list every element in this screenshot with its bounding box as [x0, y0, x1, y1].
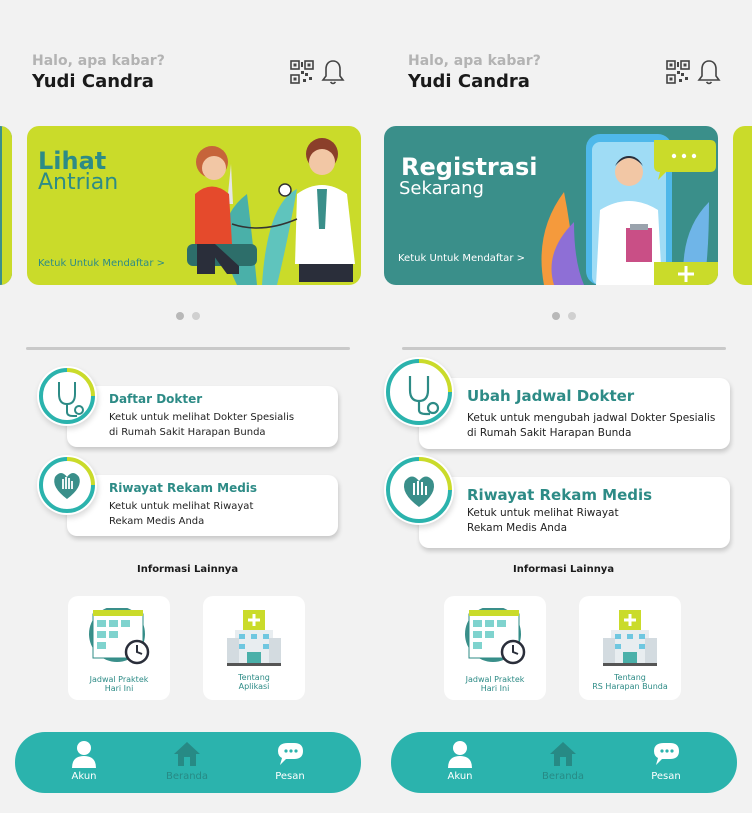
banner-cta-link[interactable]: Ketuk Untuk Mendaftar > — [398, 253, 525, 264]
user-icon — [448, 741, 472, 768]
card-description: Ketuk untuk melihat Riwayat Rekam Medis … — [109, 499, 253, 529]
carousel-indicator — [176, 312, 200, 320]
chat-icon — [278, 743, 303, 765]
schedule-calendar-icon — [465, 608, 526, 665]
banner-registrasi-sekarang[interactable]: Registrasi Sekarang Ketuk Untuk Mendafta… — [384, 126, 718, 285]
card-description: Ketuk untuk mengubah jadwal Dokter Spesi… — [467, 411, 715, 441]
carousel-banner-next[interactable] — [733, 126, 752, 285]
nav-item-beranda[interactable]: Beranda — [533, 732, 593, 793]
card-title: Ubah Jadwal Dokter — [467, 387, 635, 405]
chat-icon — [654, 743, 679, 765]
tile-jadwal-praktek[interactable]: Jadwal Praktek Hari Ini — [444, 596, 546, 700]
section-divider — [26, 347, 350, 350]
tile-label: Tentang RS Harapan Bunda — [579, 673, 681, 691]
tile-label-line: Tentang — [238, 673, 270, 682]
tile-label: Tentang Aplikasi — [203, 673, 305, 691]
hospital-building-icon — [603, 610, 657, 666]
carousel-banner-prev[interactable] — [0, 126, 12, 285]
heart-hand-icon — [384, 455, 454, 525]
carousel-dot-active[interactable] — [176, 312, 184, 320]
bottom-nav: Akun Beranda Pesan — [15, 732, 361, 793]
nav-label: Akun — [447, 771, 473, 782]
card-desc-line: di Rumah Sakit Harapan Bunda — [109, 427, 266, 438]
card-desc-line: Rekam Medis Anda — [467, 522, 568, 534]
schedule-calendar-icon — [89, 608, 150, 665]
bell-icon[interactable] — [697, 58, 721, 86]
tile-label-line: RS Harapan Bunda — [592, 682, 668, 691]
carousel-dot[interactable] — [192, 312, 200, 320]
doctor-patient-illustration — [187, 138, 355, 285]
nav-label: Beranda — [165, 771, 209, 782]
carousel-indicator — [552, 312, 576, 320]
stethoscope-icon — [37, 366, 97, 426]
nav-item-pesan[interactable]: Pesan — [636, 732, 696, 793]
tile-label: Jadwal Praktek Hari Ini — [68, 675, 170, 693]
menu-card-rekam-medis[interactable]: Riwayat Rekam Medis Ketuk untuk melihat … — [67, 475, 338, 536]
app-screen-left: Halo, apa kabar? Yudi Candra Lihat Antri… — [0, 0, 376, 813]
bell-icon[interactable] — [321, 58, 345, 86]
username-text: Yudi Candra — [408, 71, 530, 92]
home-icon — [174, 742, 200, 766]
tile-label-line: Hari Ini — [104, 684, 134, 693]
banner-subtitle: Antrian — [38, 170, 119, 195]
carousel-dot-active[interactable] — [552, 312, 560, 320]
menu-card-daftar-dokter[interactable]: Daftar Dokter Ketuk untuk melihat Dokter… — [67, 386, 338, 447]
info-section-heading: Informasi Lainnya — [513, 564, 615, 575]
home-icon — [550, 742, 576, 766]
nav-item-beranda[interactable]: Beranda — [157, 732, 217, 793]
app-screen-right: Halo, apa kabar? Yudi Candra Registrasi … — [376, 0, 752, 813]
nav-item-akun[interactable]: Akun — [430, 732, 490, 793]
nav-label: Akun — [71, 771, 97, 782]
bottom-nav: Akun Beranda Pesan — [391, 732, 737, 793]
banner-subtitle: Sekarang — [399, 178, 484, 199]
tile-label-line: Jadwal Praktek — [465, 675, 525, 684]
tile-label-line: Aplikasi — [238, 682, 270, 691]
tile-jadwal-praktek[interactable]: Jadwal Praktek Hari Ini — [68, 596, 170, 700]
greeting-text: Halo, apa kabar? — [32, 53, 165, 69]
menu-card-rekam-medis[interactable]: Riwayat Rekam Medis Ketuk untuk melihat … — [419, 477, 730, 548]
card-desc-line: Ketuk untuk mengubah jadwal Dokter Spesi… — [467, 412, 716, 424]
nav-item-akun[interactable]: Akun — [54, 732, 114, 793]
user-icon — [72, 741, 96, 768]
section-divider — [402, 347, 726, 350]
card-desc-line: Ketuk untuk melihat Riwayat — [109, 501, 254, 512]
card-title: Riwayat Rekam Medis — [109, 481, 258, 495]
card-title: Daftar Dokter — [109, 392, 203, 406]
card-description: Ketuk untuk melihat Dokter Spesialis di … — [109, 410, 294, 440]
card-desc-line: Rekam Medis Anda — [109, 516, 205, 527]
card-desc-line: di Rumah Sakit Harapan Bunda — [467, 427, 632, 439]
nav-label: Beranda — [541, 771, 585, 782]
banner-cta-link[interactable]: Ketuk Untuk Mendaftar > — [38, 258, 165, 269]
card-description: Ketuk untuk melihat Riwayat Rekam Medis … — [467, 506, 619, 536]
tile-label-line: Jadwal Praktek — [89, 675, 149, 684]
stethoscope-icon — [384, 357, 454, 427]
tile-label: Jadwal Praktek Hari Ini — [444, 675, 546, 693]
heart-hand-icon — [37, 455, 97, 515]
nav-label: Pesan — [651, 771, 681, 782]
qr-code-icon[interactable] — [290, 60, 314, 84]
banner-lihat-antrian[interactable]: Lihat Antrian Ketuk Untuk Mendaftar > — [27, 126, 361, 285]
doctor-phone-illustration — [541, 134, 718, 285]
card-desc-line: Ketuk untuk melihat Riwayat — [467, 507, 619, 519]
tile-tentang-rs[interactable]: Tentang RS Harapan Bunda — [579, 596, 681, 700]
info-section-heading: Informasi Lainnya — [137, 564, 239, 575]
username-text: Yudi Candra — [32, 71, 154, 92]
tile-tentang-aplikasi[interactable]: Tentang Aplikasi — [203, 596, 305, 700]
card-title: Riwayat Rekam Medis — [467, 486, 653, 504]
hospital-building-icon — [227, 610, 281, 666]
tile-label-line: Hari Ini — [480, 684, 510, 693]
carousel-dot[interactable] — [568, 312, 576, 320]
greeting-text: Halo, apa kabar? — [408, 53, 541, 69]
qr-code-icon[interactable] — [666, 60, 690, 84]
nav-item-pesan[interactable]: Pesan — [260, 732, 320, 793]
menu-card-ubah-jadwal[interactable]: Ubah Jadwal Dokter Ketuk untuk mengubah … — [419, 378, 730, 449]
nav-label: Pesan — [275, 771, 305, 782]
card-desc-line: Ketuk untuk melihat Dokter Spesialis — [109, 412, 295, 423]
tile-label-line: Tentang — [614, 673, 646, 682]
